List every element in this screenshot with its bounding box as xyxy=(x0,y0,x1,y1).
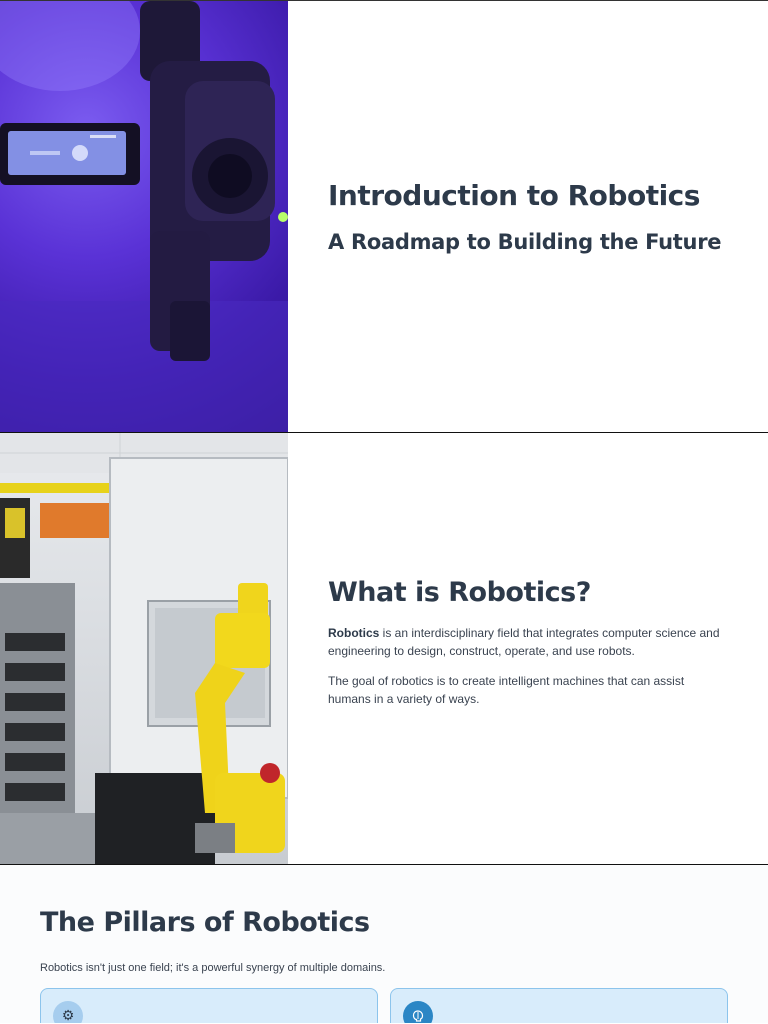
pillars-title: The Pillars of Robotics xyxy=(40,907,370,938)
slide-intro: Introduction to Robotics A Roadmap to Bu… xyxy=(0,0,768,432)
pillars-subtitle: Robotics isn't just one field; it's a po… xyxy=(40,962,386,974)
goal-paragraph: The goal of robotics is to create intell… xyxy=(328,674,685,706)
what-is-content: What is Robotics? Robotics is an interdi… xyxy=(288,433,768,864)
robot-arm-photo xyxy=(0,433,288,864)
pillar-card[interactable]: ⚙ xyxy=(40,988,378,1023)
definition-text: is an interdisciplinary field that integ… xyxy=(328,626,720,658)
section-title: What is Robotics? xyxy=(328,577,591,608)
intro-content: Introduction to Robotics A Roadmap to Bu… xyxy=(288,1,768,432)
page-title: Introduction to Robotics xyxy=(328,179,700,212)
robotics-term: Robotics xyxy=(328,626,380,640)
definition-paragraph: Robotics is an interdisciplinary field t… xyxy=(328,624,728,660)
camera-photo xyxy=(0,1,288,432)
gear-icon: ⚙ xyxy=(53,1001,83,1023)
pillar-card[interactable] xyxy=(390,988,728,1023)
pillars-section: The Pillars of Robotics Robotics isn't j… xyxy=(0,864,768,1023)
page-subtitle: A Roadmap to Building the Future xyxy=(328,230,722,254)
pillars-cards: ⚙ xyxy=(40,988,728,1023)
slide-what-is-robotics: What is Robotics? Robotics is an interdi… xyxy=(0,432,768,864)
brain-icon xyxy=(403,1001,433,1023)
